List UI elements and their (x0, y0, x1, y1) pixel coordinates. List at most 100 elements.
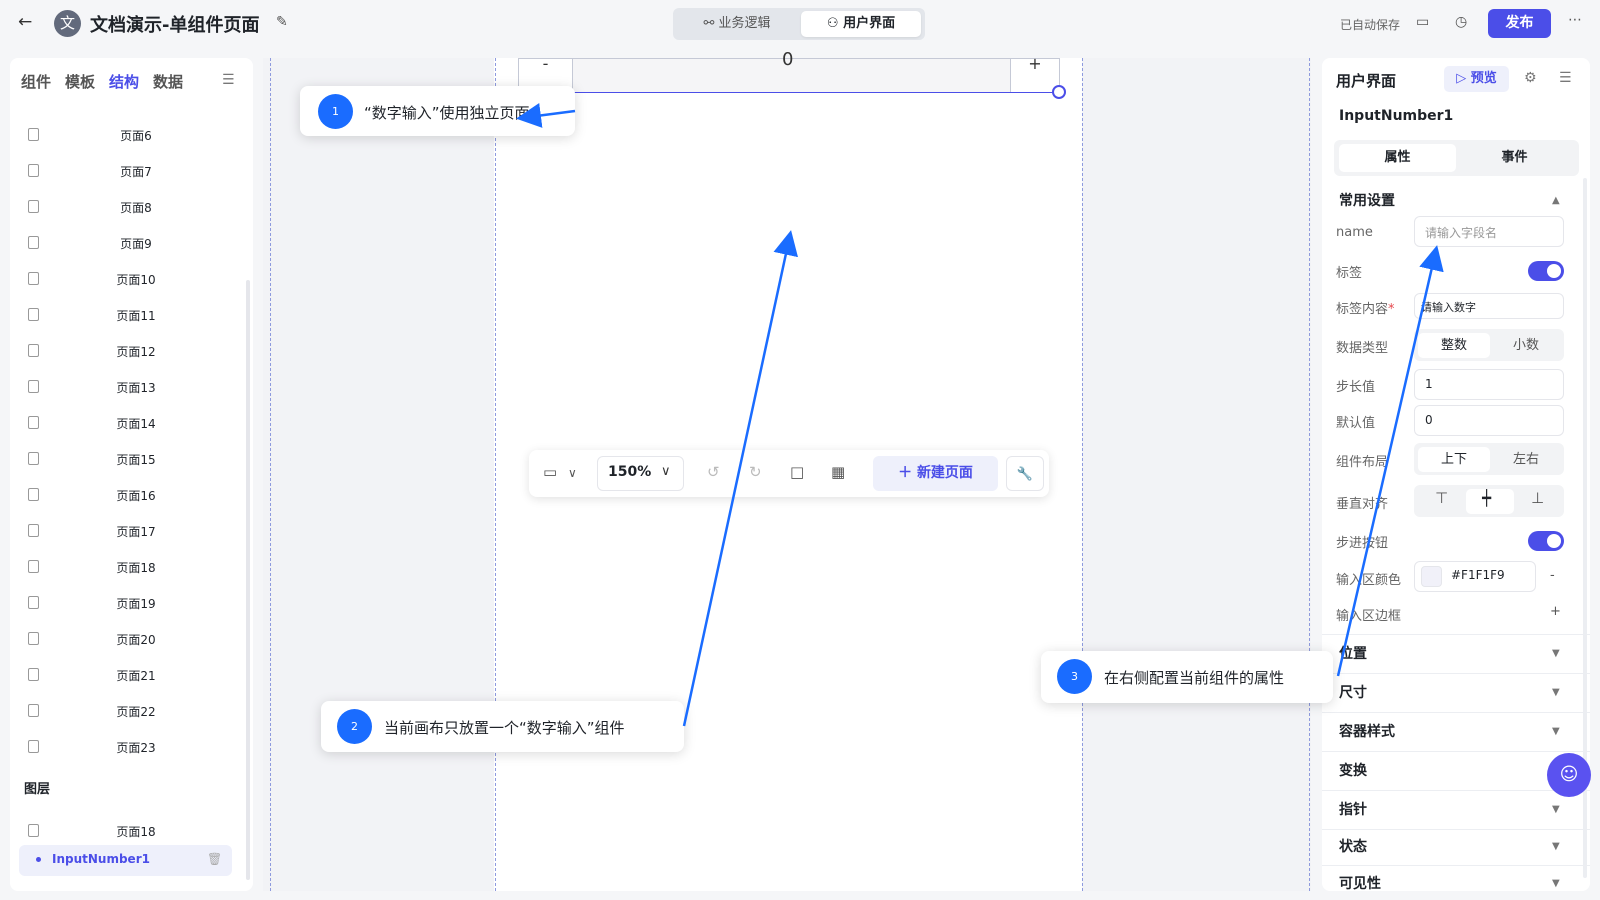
save-icon[interactable]: ▭ (1416, 14, 1429, 30)
tab-templates[interactable]: 模板 (65, 71, 95, 92)
label-toggle[interactable] (1528, 261, 1564, 281)
add-border-button[interactable]: + (1550, 604, 1561, 619)
page-label: 页面6 (120, 129, 152, 143)
tab-properties[interactable]: 属性 (1339, 144, 1456, 172)
page-title: 文档演示-单组件页面 (90, 15, 260, 36)
frame-icon[interactable]: □ (790, 463, 804, 481)
tab-components[interactable]: 组件 (21, 71, 51, 92)
page-item[interactable]: 页面6 (20, 118, 240, 152)
publish-button[interactable]: 发布 (1488, 9, 1551, 38)
back-arrow-icon[interactable]: ← (18, 12, 32, 32)
chevron-down-icon: ∨ (661, 464, 671, 479)
option-horizontal[interactable]: 左右 (1490, 447, 1562, 472)
tab-events[interactable]: 事件 (1456, 144, 1573, 172)
caret-down-icon[interactable]: ▼ (1552, 878, 1560, 889)
more-icon[interactable]: ⋯ (1568, 12, 1582, 28)
tab-data[interactable]: 数据 (153, 71, 183, 92)
preview-button[interactable]: ▷ 预览 (1444, 66, 1509, 92)
caret-down-icon[interactable]: ▼ (1552, 841, 1560, 852)
align-middle-icon[interactable]: ┿ (1482, 489, 1491, 507)
section-container-style[interactable]: 容器样式 (1339, 721, 1395, 741)
caret-up-icon[interactable]: ▲ (1552, 195, 1560, 206)
play-icon: ▷ (1456, 71, 1471, 86)
page-item[interactable]: 页面13 (20, 370, 240, 404)
callout-2-text: 当前画布只放置一个“数字输入”组件 (384, 719, 625, 737)
stepper-toggle[interactable] (1528, 531, 1564, 551)
align-bottom-icon[interactable]: ⊥ (1531, 489, 1544, 507)
step-input[interactable] (1414, 369, 1564, 400)
caret-down-icon[interactable]: ▼ (1552, 726, 1560, 737)
plus-icon: ＋ (898, 465, 917, 481)
collapse-panel-icon[interactable]: ☰ (222, 72, 235, 88)
remove-color-button[interactable]: - (1550, 568, 1555, 583)
section-position[interactable]: 位置 (1339, 643, 1367, 663)
history-icon[interactable]: ◷ (1455, 14, 1467, 30)
assistant-bot-icon[interactable]: ☺ (1547, 753, 1591, 797)
field-label: 数据类型 (1336, 341, 1389, 356)
section-common-settings[interactable]: 常用设置 (1339, 190, 1395, 210)
page-item[interactable]: 页面9 (20, 226, 240, 260)
section-pointer[interactable]: 指针 (1339, 799, 1367, 819)
default-input[interactable] (1414, 405, 1564, 436)
desktop-icon[interactable]: ▭ (543, 463, 557, 481)
align-top-icon[interactable]: ⊤ (1435, 489, 1448, 507)
caret-down-icon[interactable]: ▼ (1552, 648, 1560, 659)
panel-title: 用户界面 (1336, 72, 1397, 90)
section-state[interactable]: 状态 (1339, 836, 1367, 856)
page-item[interactable]: 页面21 (20, 658, 240, 692)
page-item[interactable]: 页面18 (20, 550, 240, 584)
page-item[interactable]: 页面19 (20, 586, 240, 620)
page-item[interactable]: 页面22 (20, 694, 240, 728)
settings-gear-icon[interactable]: ⚙ (1524, 70, 1537, 86)
section-visibility[interactable]: 可见性 (1339, 873, 1381, 893)
page-item[interactable]: 页面17 (20, 514, 240, 548)
page-label: 页面18 (116, 825, 156, 839)
default-value: 0 (1425, 413, 1433, 427)
page-item[interactable]: 页面16 (20, 478, 240, 512)
page-item[interactable]: 页面15 (20, 442, 240, 476)
redo-icon[interactable]: ↻ (749, 463, 762, 481)
page-label: 页面19 (116, 597, 156, 611)
page-label: 页面17 (116, 525, 156, 539)
artboard-edge (1082, 58, 1083, 891)
page-item[interactable]: 页面11 (20, 298, 240, 332)
new-page-button[interactable]: ＋ 新建页面 (873, 456, 998, 491)
tab-user-interface[interactable]: ⚇ 用户界面 (801, 11, 921, 37)
caret-down-icon[interactable]: ▼ (1552, 687, 1560, 698)
page-item[interactable]: 页面20 (20, 622, 240, 656)
divider (1322, 712, 1590, 713)
section-size[interactable]: 尺寸 (1339, 682, 1367, 702)
option-integer[interactable]: 整数 (1418, 333, 1490, 358)
left-scrollbar[interactable] (246, 280, 250, 880)
tab-label: 业务逻辑 (718, 16, 771, 31)
page-item[interactable]: 页面10 (20, 262, 240, 296)
resize-handle[interactable] (1052, 85, 1066, 99)
page-item[interactable]: 页面7 (20, 154, 240, 188)
trash-icon[interactable]: 🗑 (207, 852, 222, 866)
page-item[interactable]: 页面14 (20, 406, 240, 440)
input-number-value[interactable]: 0 (782, 49, 793, 70)
edit-pencil-icon[interactable]: ✎ (276, 14, 288, 30)
page-label: 页面10 (116, 273, 156, 287)
tab-business-logic[interactable]: ⚯ 业务逻辑 (677, 11, 797, 37)
option-vertical[interactable]: 上下 (1418, 447, 1490, 472)
page-item[interactable]: 页面23 (20, 730, 240, 764)
page-item[interactable]: 页面8 (20, 190, 240, 224)
layer-component-label: InputNumber1 (52, 852, 150, 866)
list-collapse-icon[interactable]: ☰ (1559, 70, 1572, 86)
callout-3-number: 3 (1057, 659, 1092, 694)
option-decimal[interactable]: 小数 (1490, 333, 1562, 358)
callout-2-number: 2 (337, 709, 372, 744)
section-transform[interactable]: 变换 (1339, 760, 1367, 780)
chevron-down-icon[interactable]: ∨ (568, 466, 577, 480)
grid-icon[interactable]: ▦ (831, 463, 845, 481)
caret-down-icon[interactable]: ▼ (1552, 804, 1560, 815)
field-label: 输入区边框 (1336, 609, 1402, 624)
layer-page-item[interactable]: 页面18 (20, 814, 240, 848)
undo-icon[interactable]: ↺ (707, 463, 720, 481)
color-swatch[interactable] (1421, 566, 1442, 587)
tab-structure[interactable]: 结构 (109, 71, 139, 92)
page-item[interactable]: 页面12 (20, 334, 240, 368)
wrench-icon[interactable]: 🔧 (1006, 456, 1044, 491)
guide-line (1309, 58, 1310, 891)
